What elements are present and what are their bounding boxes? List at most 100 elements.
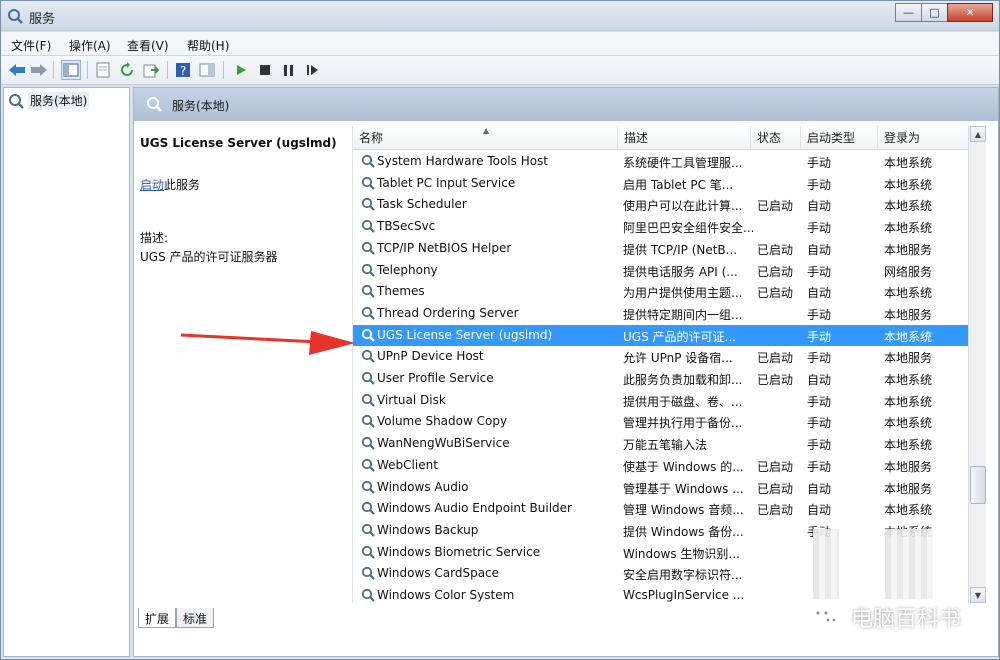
cell-description: UGS 产品的许可证... <box>623 329 736 344</box>
services-gear-icon <box>9 93 24 109</box>
cell-logon: 本地系统 <box>884 199 933 214</box>
refresh-button[interactable] <box>117 60 137 80</box>
view-tabs: 扩展 标准 <box>138 608 215 630</box>
service-row[interactable]: Virtual Disk 提供用于磁盘、卷、... 手动 本地系统 <box>353 390 968 412</box>
service-row[interactable]: Themes 为用户提供使用主题... 已启动 自动 本地系统 <box>353 281 968 303</box>
back-arrow-icon <box>9 64 25 76</box>
restart-service-button[interactable] <box>303 60 323 80</box>
service-gear-icon <box>361 458 375 472</box>
service-row[interactable]: WebClient 使基于 Windows 的... 已启动 手动 本地服务 <box>353 455 968 477</box>
services-gear-icon <box>147 97 162 112</box>
service-row[interactable]: Task Scheduler 使用户可以在此计算... 已启动 自动 本地系统 <box>353 194 968 216</box>
cell-description: 万能五笔输入法 <box>623 438 708 453</box>
show-hide-pane-button[interactable] <box>197 60 217 80</box>
service-row[interactable]: Windows CardSpace 安全启用数字标识符... <box>353 563 968 585</box>
wechat-logo-icon <box>810 605 841 628</box>
cell-startup: 自动 <box>807 373 832 387</box>
column-description[interactable]: 描述 <box>618 126 751 150</box>
cell-name: UGS License Server (ugslmd) <box>377 327 553 342</box>
service-row[interactable]: TBSecSvc 阿里巴巴安全组件安全... 手动 本地系统 <box>353 216 968 238</box>
services-pane: 服务(本地) UGS License Server (ugslmd) 启动此服务… <box>133 87 999 657</box>
menu-action[interactable]: 操作(A) <box>69 37 111 54</box>
pause-service-button[interactable] <box>279 60 299 80</box>
pane-title: 服务(本地) <box>172 99 230 113</box>
service-row[interactable]: UPnP Device Host 允许 UPnP 设备宿... 已启动 手动 本地服务 <box>353 346 968 368</box>
cell-status: 已启动 <box>757 351 794 366</box>
cell-logon: 本地服务 <box>884 481 933 496</box>
service-row[interactable]: Windows Audio Endpoint Builder 管理 Windows… <box>353 498 968 520</box>
service-row[interactable]: Windows Audio 管理基于 Windows ... 已启动 自动 本地服务 <box>353 477 968 499</box>
services-window: 服务 — □ ✕ 文件(F) 操作(A) 查看(V) 帮助(H) ? 服务(本地… <box>0 0 1000 660</box>
service-row[interactable]: User Profile Service 此服务负责加载和卸... 已启动 自动 本地系… <box>353 368 968 390</box>
help-button[interactable]: ? <box>173 60 193 80</box>
cell-description: 系统硬件工具管理服... <box>623 156 743 170</box>
stop-service-button[interactable] <box>255 60 275 80</box>
scroll-thumb[interactable] <box>970 466 986 504</box>
minimize-button[interactable]: — <box>895 3 922 22</box>
service-row[interactable]: Windows Backup提供 Windows 备份...手动本地系统 <box>353 520 968 542</box>
maximize-button[interactable]: □ <box>921 3 948 22</box>
service-gear-icon <box>361 567 375 581</box>
cell-startup: 手动 <box>807 438 832 453</box>
cell-startup: 手动 <box>807 416 832 431</box>
forward-button[interactable] <box>29 60 49 80</box>
cell-logon: 本地服务 <box>884 242 933 257</box>
service-row[interactable]: Telephony 提供电话服务 API (... 已启动 手动 网络服务 <box>353 260 968 282</box>
service-row[interactable]: TCP/IP NetBIOS Helper 提供 TCP/IP (NetB... 已… <box>353 238 968 260</box>
export-icon <box>143 64 159 78</box>
maximize-icon: □ <box>929 6 940 19</box>
column-logon-as[interactable]: 登录为 <box>878 126 968 150</box>
service-row[interactable]: UGS License Server (ugslmd) UGS 产品的许可证...… <box>353 324 968 347</box>
console-tree: 服务(本地) <box>3 87 130 657</box>
tab-standard[interactable]: 标准 <box>176 608 215 628</box>
cell-logon: 本地服务 <box>884 459 933 474</box>
service-row[interactable]: System Hardware Tools Host 系统硬件工具管理服... 手动… <box>353 151 968 173</box>
start-service-link[interactable]: 启动 <box>140 178 164 192</box>
export-button[interactable] <box>141 60 161 80</box>
service-row[interactable]: Windows Biometric Service Windows 生物识别... <box>353 542 968 564</box>
cell-startup: 手动 <box>807 264 832 279</box>
menu-view[interactable]: 查看(V) <box>127 37 169 54</box>
tab-extended[interactable]: 扩展 <box>138 608 177 628</box>
cell-status: 已启动 <box>757 503 794 518</box>
cell-name: TBSecSvc <box>377 219 436 234</box>
service-row[interactable]: Tablet PC Input Service 启用 Tablet PC 笔...… <box>353 173 968 195</box>
menu-file[interactable]: 文件(F) <box>11 37 51 54</box>
cell-startup: 手动 <box>807 394 832 409</box>
sort-ascending-icon: ▲ <box>483 126 490 135</box>
vertical-scrollbar[interactable]: ▲ ▼ <box>968 126 986 603</box>
menu-help[interactable]: 帮助(H) <box>187 37 229 54</box>
service-gear-icon <box>361 436 375 450</box>
refresh-icon <box>121 62 133 76</box>
scroll-up-button[interactable]: ▲ <box>970 126 986 142</box>
service-gear-icon <box>361 371 375 385</box>
column-status[interactable]: 状态 <box>751 126 801 150</box>
cell-status: 已启动 <box>757 199 794 214</box>
back-button[interactable] <box>7 60 27 80</box>
cell-name: WebClient <box>377 457 438 472</box>
tree-item-services-local[interactable]: 服务(本地) <box>8 92 90 109</box>
cell-logon: 本地系统 <box>884 503 933 518</box>
description-text: UGS 产品的许可证服务器 <box>140 250 278 264</box>
scroll-down-button[interactable]: ▼ <box>970 587 986 603</box>
cell-description: 使用户可以在此计算... <box>623 199 743 214</box>
cell-startup: 自动 <box>807 286 832 301</box>
title-bar: 服务 — □ ✕ <box>1 1 999 31</box>
service-details-panel: UGS License Server (ugslmd) 启动此服务 描述: UG… <box>140 136 340 265</box>
tree-item-label: 服务(本地) <box>28 92 90 109</box>
service-row[interactable]: WanNengWuBiService 万能五笔输入法 手动 本地系统 <box>353 433 968 455</box>
properties-button[interactable] <box>93 60 113 80</box>
cell-description: 提供电话服务 API (... <box>623 264 738 279</box>
service-gear-icon <box>361 502 375 515</box>
cell-startup: 手动 <box>807 307 832 322</box>
stop-icon <box>260 65 270 75</box>
cell-logon: 网络服务 <box>884 264 933 279</box>
column-startup-type[interactable]: 启动类型 <box>801 126 878 150</box>
cell-description: 允许 UPnP 设备宿... <box>623 351 733 366</box>
service-row[interactable]: Volume Shadow Copy 管理并执行用于备份... 手动 本地系统 <box>353 411 968 433</box>
service-row[interactable]: Thread Ordering Server 提供特定期间内一组... 手动 本地服务 <box>353 303 968 325</box>
close-button[interactable]: ✕ <box>947 3 993 22</box>
service-gear-icon <box>361 176 375 190</box>
console-tree-button[interactable] <box>61 60 81 80</box>
start-service-button[interactable] <box>231 60 251 80</box>
